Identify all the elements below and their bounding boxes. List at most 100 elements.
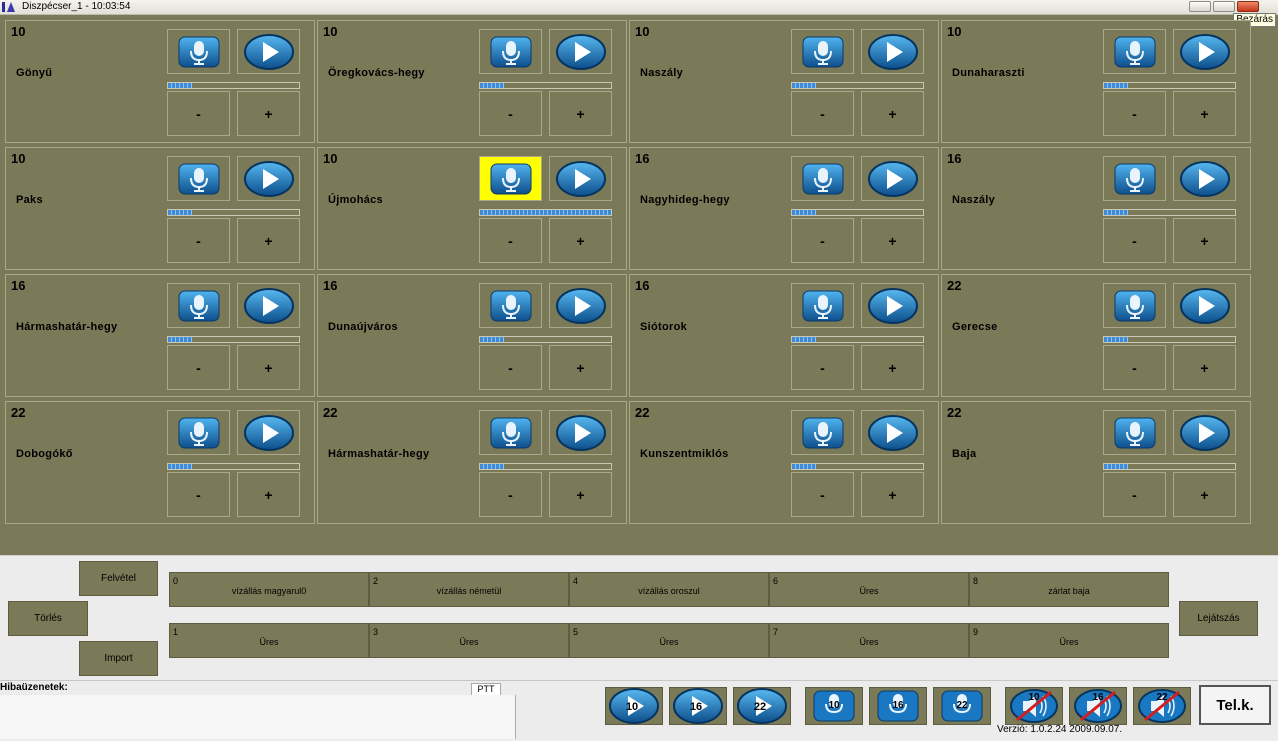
mic-button[interactable] [791,410,854,455]
playback-button[interactable]: Lejátszás [1179,601,1258,636]
mic-button[interactable] [167,29,230,74]
volume-down-button[interactable]: - [479,218,542,263]
import-button[interactable]: Import [79,641,158,676]
message-slot[interactable]: 4 vízállás oroszul [569,572,769,607]
mic-button[interactable] [167,156,230,201]
volume-up-button[interactable]: + [1173,472,1236,517]
play-button[interactable] [1173,410,1236,455]
record-button[interactable]: Felvétel [79,561,158,596]
play-button[interactable] [237,156,300,201]
close-button[interactable] [1237,1,1259,12]
telk-button[interactable]: Tel.k. [1199,685,1271,725]
play-button[interactable] [861,156,924,201]
mic-button[interactable] [479,283,542,328]
volume-down-button[interactable]: - [791,91,854,136]
volume-down-button[interactable]: - [479,472,542,517]
message-slot[interactable]: 6 Üres [769,572,969,607]
mic-button[interactable] [791,283,854,328]
play-button[interactable] [549,29,612,74]
mic-button[interactable] [479,29,542,74]
volume-down-button[interactable]: - [167,472,230,517]
play-button[interactable] [1173,283,1236,328]
mic-button[interactable] [1103,410,1166,455]
volume-down-button[interactable]: - [791,472,854,517]
message-slot[interactable]: 3 Üres [369,623,569,658]
message-slot[interactable]: 9 Üres [969,623,1169,658]
play-button[interactable] [1173,29,1236,74]
volume-up-button[interactable]: + [861,91,924,136]
play-button[interactable] [549,156,612,201]
message-slot[interactable]: 1 Üres [169,623,369,658]
volume-up-button[interactable]: + [237,218,300,263]
svg-text:22: 22 [754,701,766,713]
svg-text:22: 22 [1156,692,1168,703]
minimize-button[interactable] [1189,1,1211,12]
microphone-icon [1114,417,1155,448]
mic-button[interactable] [167,283,230,328]
volume-up-button[interactable]: + [549,472,612,517]
play-button[interactable] [861,410,924,455]
volume-up-button[interactable]: + [861,218,924,263]
volume-down-button[interactable]: - [1103,91,1166,136]
play-button[interactable] [237,29,300,74]
microphone-icon [1114,163,1155,194]
slot-index: 0 [173,576,179,586]
mic-button[interactable] [479,156,542,201]
volume-up-button[interactable]: + [237,91,300,136]
play-channel-16-button[interactable]: 16 [669,687,727,725]
volume-up-button[interactable]: + [1173,91,1236,136]
volume-up-button[interactable]: + [1173,345,1236,390]
mic-channel-16-button[interactable]: 16 [869,687,927,725]
play-button[interactable] [549,283,612,328]
volume-down-button[interactable]: - [791,345,854,390]
message-slot[interactable]: 0 vízállás magyarul0 [169,572,369,607]
play-button[interactable] [861,29,924,74]
volume-down-button[interactable]: - [1103,472,1166,517]
volume-down-button[interactable]: - [167,91,230,136]
mic-button[interactable] [1103,156,1166,201]
play-button[interactable] [1173,156,1236,201]
delete-button[interactable]: Törlés [8,601,88,636]
volume-up-button[interactable]: + [237,345,300,390]
channel-number: 16 [11,278,26,293]
volume-up-button[interactable]: + [549,91,612,136]
message-slot[interactable]: 8 zárlat baja [969,572,1169,607]
volume-down-button[interactable]: - [791,218,854,263]
play-button[interactable] [237,410,300,455]
volume-down-button[interactable]: - [479,91,542,136]
volume-up-button[interactable]: + [861,345,924,390]
mic-button[interactable] [1103,29,1166,74]
mic-button[interactable] [791,156,854,201]
play-button[interactable] [861,283,924,328]
mic-button[interactable] [791,29,854,74]
volume-meter-fill [792,210,816,215]
volume-up-button[interactable]: + [549,218,612,263]
mute-channel-16-button[interactable]: 16 [1069,687,1127,725]
volume-down-button[interactable]: - [479,345,542,390]
volume-down-button[interactable]: - [167,345,230,390]
mute-channel-22-button[interactable]: 22 [1133,687,1191,725]
mic-channel-10-button[interactable]: 10 [805,687,863,725]
message-slot[interactable]: 5 Üres [569,623,769,658]
volume-down-button[interactable]: - [1103,345,1166,390]
play-button[interactable] [237,283,300,328]
maximize-button[interactable] [1213,1,1235,12]
play-channel-10-button[interactable]: 10 [605,687,663,725]
mic-button[interactable] [167,410,230,455]
mic-channel-22-button[interactable]: 22 [933,687,991,725]
volume-up-button[interactable]: + [1173,218,1236,263]
volume-up-button[interactable]: + [549,345,612,390]
mic-button[interactable] [1103,283,1166,328]
play-button[interactable] [549,410,612,455]
slot-index: 2 [373,576,379,586]
volume-up-button[interactable]: + [237,472,300,517]
play-channel-22-button[interactable]: 22 [733,687,791,725]
mic-button[interactable] [479,410,542,455]
message-slot[interactable]: 2 vízállás németül [369,572,569,607]
volume-down-button[interactable]: - [167,218,230,263]
volume-up-button[interactable]: + [861,472,924,517]
message-slot[interactable]: 7 Üres [769,623,969,658]
volume-down-button[interactable]: - [1103,218,1166,263]
mute-channel-10-button[interactable]: 10 [1005,687,1063,725]
volume-meter [791,209,924,216]
